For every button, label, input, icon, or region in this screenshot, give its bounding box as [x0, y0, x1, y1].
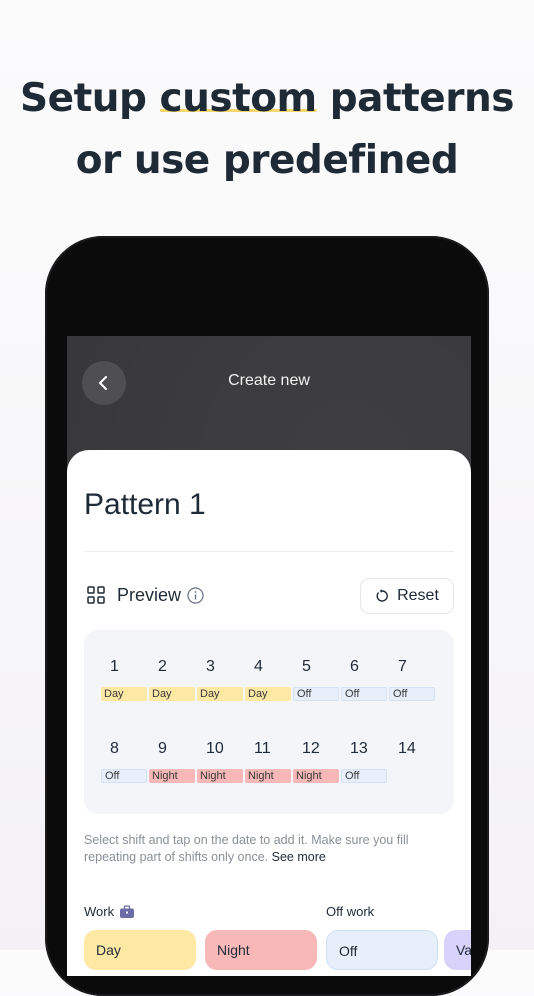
- hint-text: Select shift and tap on the date to add …: [84, 832, 454, 866]
- day-number: 3: [206, 658, 215, 675]
- calendar-day[interactable]: 3 Day: [197, 658, 245, 701]
- shift-tag: Off: [293, 687, 339, 701]
- headline: Setup custom patterns or use predefined: [0, 68, 534, 192]
- work-category: Work: [84, 904, 135, 919]
- preview-calendar: 1 Day 2 Day 3 Day 4 Day 5 Off 6 Off 7 Of…: [84, 630, 454, 814]
- shift-tag: Day: [149, 687, 195, 701]
- shift-chip-night[interactable]: Night: [205, 930, 317, 970]
- day-number: 8: [110, 740, 119, 757]
- day-number: 4: [254, 658, 263, 675]
- headline-highlight: custom: [159, 76, 318, 121]
- preview-label: Preview: [117, 584, 182, 605]
- shift-chip-day[interactable]: Day: [84, 930, 196, 970]
- off-work-category: Off work: [326, 904, 374, 919]
- chip-label: Va: [456, 942, 471, 958]
- day-number: 10: [206, 740, 224, 757]
- shift-tag: Off: [341, 769, 387, 783]
- calendar-day[interactable]: 11 Night: [245, 740, 293, 783]
- reset-label: Reset: [397, 587, 439, 604]
- shift-tag: Night: [293, 769, 339, 783]
- reset-button[interactable]: Reset: [360, 578, 454, 614]
- preview-header: Preview: [87, 578, 204, 612]
- calendar-day[interactable]: 10 Night: [197, 740, 245, 783]
- day-number: 14: [398, 740, 416, 757]
- divider: [84, 551, 454, 552]
- headline-text: patterns: [316, 76, 515, 121]
- calendar-day[interactable]: 14: [389, 740, 437, 762]
- shift-tag: Night: [245, 769, 291, 783]
- hint-body: Select shift and tap on the date to add …: [84, 833, 409, 864]
- shift-chip-off[interactable]: Off: [326, 930, 438, 970]
- info-icon[interactable]: [187, 586, 204, 604]
- shift-tag: Off: [341, 687, 387, 701]
- app-screen: Create new Pattern 1 Preview Reset 1 Day…: [67, 336, 471, 976]
- work-label: Work: [84, 904, 115, 919]
- chip-label: Day: [96, 942, 121, 958]
- shift-tag: Day: [101, 687, 147, 701]
- day-number: 1: [110, 658, 119, 675]
- calendar-day[interactable]: 9 Night: [149, 740, 197, 783]
- briefcase-icon: [120, 904, 135, 918]
- calendar-day[interactable]: 7 Off: [389, 658, 437, 701]
- headline-line-2: or use predefined: [75, 138, 459, 183]
- shift-tag: Day: [245, 687, 291, 701]
- day-number: 5: [302, 658, 311, 675]
- see-more-link[interactable]: See more: [272, 850, 326, 864]
- shift-tag: Day: [197, 687, 243, 701]
- day-number: 2: [158, 658, 167, 675]
- pattern-name[interactable]: Pattern 1: [84, 488, 206, 522]
- day-number: 6: [350, 658, 359, 675]
- chip-label: Off: [339, 943, 358, 959]
- shift-chip-vacation[interactable]: Va: [444, 930, 471, 970]
- calendar-day[interactable]: 8 Off: [101, 740, 149, 783]
- shift-tag: Off: [389, 687, 435, 701]
- day-number: 12: [302, 740, 320, 757]
- shift-tag: Night: [149, 769, 195, 783]
- shift-tag: Night: [197, 769, 243, 783]
- reset-icon: [376, 589, 388, 602]
- screen-title: Create new: [228, 372, 310, 389]
- day-number: 11: [254, 740, 271, 757]
- calendar-day[interactable]: 4 Day: [245, 658, 293, 701]
- pattern-sheet: Pattern 1 Preview Reset 1 Day 2 Day 3 Da…: [67, 450, 471, 976]
- calendar-day[interactable]: 6 Off: [341, 658, 389, 701]
- calendar-day[interactable]: 13 Off: [341, 740, 389, 783]
- shift-tag: Off: [101, 769, 147, 783]
- off-work-label: Off work: [326, 904, 375, 919]
- day-number: 7: [398, 658, 407, 675]
- calendar-day[interactable]: 5 Off: [293, 658, 341, 701]
- headline-text: Setup: [20, 76, 160, 121]
- calendar-day[interactable]: 2 Day: [149, 658, 197, 701]
- day-number: 13: [350, 740, 368, 757]
- day-number: 9: [158, 740, 167, 757]
- calendar-day[interactable]: 1 Day: [101, 658, 149, 701]
- chip-label: Night: [217, 942, 250, 958]
- calendar-day[interactable]: 12 Night: [293, 740, 341, 783]
- headline-line-1: Setup custom patterns: [0, 68, 534, 130]
- grid-icon: [87, 586, 105, 604]
